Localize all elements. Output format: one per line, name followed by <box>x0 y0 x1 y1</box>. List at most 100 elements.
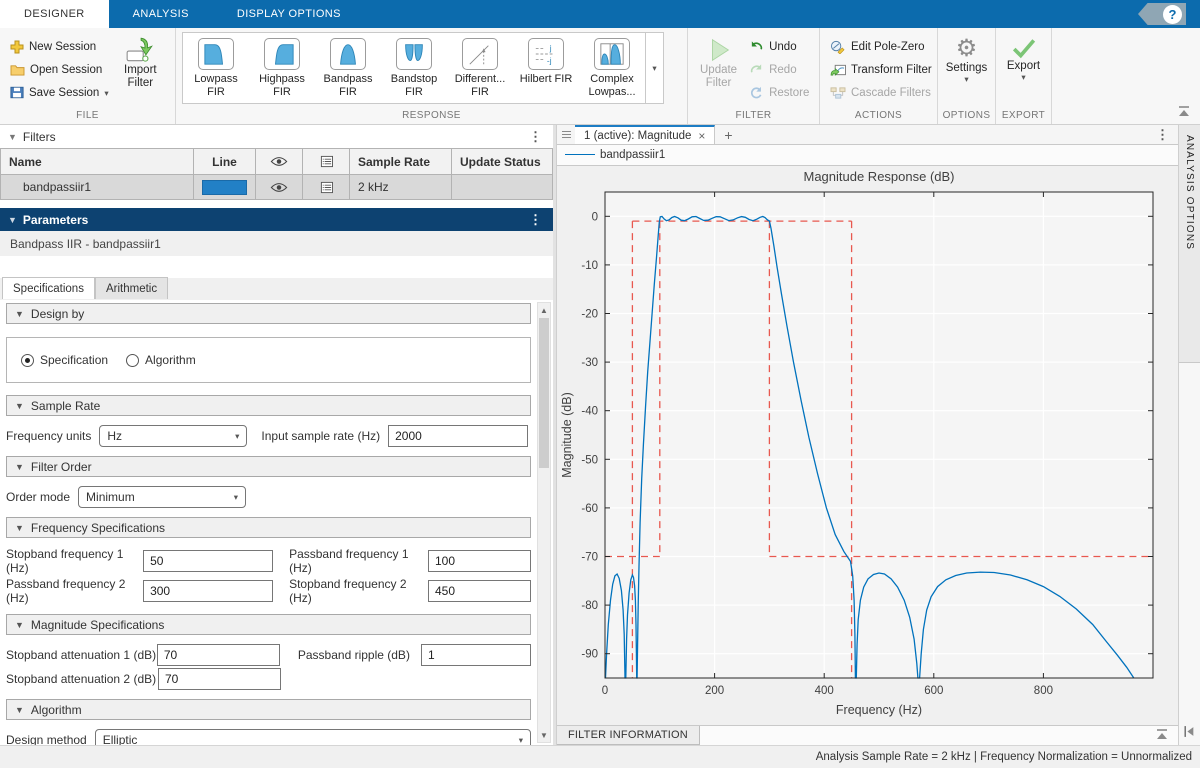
sample-rate-header[interactable]: ▼ Sample Rate <box>6 395 531 416</box>
plot-area[interactable]: 02004006008000-10-20-30-40-50-60-70-80-9… <box>557 166 1178 725</box>
passband-freq2-field[interactable] <box>143 580 273 602</box>
stopband-atten2-field[interactable] <box>158 668 281 690</box>
undo-button[interactable]: Undo <box>745 37 813 57</box>
tab-designer[interactable]: DESIGNER <box>0 0 109 28</box>
frequency-specifications-header[interactable]: ▼ Frequency Specifications <box>6 517 531 538</box>
new-session-button[interactable]: New Session <box>6 37 110 57</box>
input-sample-rate-field[interactable] <box>388 425 528 447</box>
differentiator-fir-button[interactable]: Different... FIR <box>447 33 513 103</box>
ribbon-section-export: Export ▾ EXPORT <box>996 28 1052 124</box>
form-scrollbar[interactable]: ▲ ▼ <box>537 302 551 743</box>
close-icon[interactable]: × <box>698 129 705 143</box>
svg-text:-40: -40 <box>581 405 598 417</box>
chevron-down-icon[interactable]: ▾ <box>104 89 108 97</box>
tab-grip-icon[interactable] <box>557 125 575 144</box>
col-coefficients[interactable] <box>303 149 350 175</box>
filter-order-header[interactable]: ▼ Filter Order <box>6 456 531 477</box>
collapse-caret-icon[interactable]: ▼ <box>8 215 17 225</box>
passband-freq1-field[interactable] <box>428 550 531 572</box>
redo-button[interactable]: Redo <box>745 60 813 80</box>
algorithm-header[interactable]: ▼ Algorithm <box>6 699 531 720</box>
col-visibility[interactable] <box>256 149 303 175</box>
parameters-tabs: Specifications Arithmetic <box>0 278 553 300</box>
ribbon-section-response: Lowpass FIR Highpass FIR Bandpass FIR <box>176 28 688 124</box>
transform-filter-button[interactable]: Transform Filter <box>826 60 936 80</box>
collapse-caret-icon: ▼ <box>15 705 24 715</box>
add-tab-button[interactable]: + <box>715 125 741 144</box>
stopband-freq2-field[interactable] <box>428 580 531 602</box>
legend-label: bandpassiir1 <box>600 149 665 161</box>
open-session-button[interactable]: Open Session <box>6 60 110 80</box>
cascade-filters-button[interactable]: Cascade Filters <box>826 83 936 103</box>
design-method-dropdown[interactable]: Elliptic ▾ <box>95 729 531 745</box>
passband-ripple-field[interactable] <box>421 644 531 666</box>
bandpass-fir-button[interactable]: Bandpass FIR <box>315 33 381 103</box>
chevron-down-icon: ▾ <box>227 431 239 442</box>
settings-button[interactable]: ⚙ Settings ▾ <box>940 32 994 107</box>
highpass-fir-button[interactable]: Highpass FIR <box>249 33 315 103</box>
parameters-panel-header: ▼ Parameters ⋮ <box>0 208 553 231</box>
filters-table-header: Name Line Sample Rate Update Status <box>1 149 553 175</box>
filter-information-tab[interactable]: FILTER INFORMATION <box>557 726 700 745</box>
minimize-ribbon-button[interactable] <box>1176 105 1192 118</box>
tab-display-options[interactable]: DISPLAY OPTIONS <box>213 0 365 28</box>
tab-analysis[interactable]: ANALYSIS <box>109 0 213 28</box>
passband-ripple-label: Passband ripple (dB) <box>298 648 415 662</box>
stopband-freq1-field[interactable] <box>143 550 273 572</box>
bandstop-fir-button[interactable]: Bandstop FIR <box>381 33 447 103</box>
tab-arithmetic[interactable]: Arithmetic <box>95 277 168 299</box>
update-filter-button[interactable]: Update Filter <box>694 32 743 107</box>
help-icon[interactable]: ? <box>1163 5 1182 24</box>
analysis-options-tab[interactable]: ANALYSIS OPTIONS <box>1179 125 1200 363</box>
help-tag: ? <box>1138 3 1186 25</box>
frequency-units-dropdown[interactable]: Hz ▾ <box>99 425 247 447</box>
collapse-left-icon[interactable] <box>1182 725 1198 739</box>
scrollbar-thumb[interactable] <box>539 318 549 468</box>
col-line[interactable]: Line <box>194 149 256 175</box>
line-style-cell[interactable] <box>194 175 256 200</box>
tab-specifications[interactable]: Specifications <box>2 277 95 299</box>
plot-menu-icon[interactable]: ⋮ <box>1153 127 1172 143</box>
section-label-file: FILE <box>0 107 175 124</box>
magnitude-specifications-header[interactable]: ▼ Magnitude Specifications <box>6 614 531 635</box>
gallery-expand-button[interactable]: ▾ <box>645 33 663 103</box>
radio-specification[interactable]: Specification <box>21 353 108 367</box>
magnitude-tab[interactable]: 1 (active): Magnitude × <box>575 125 715 144</box>
stopband-freq2-label: Stopband frequency 2 (Hz) <box>289 577 428 605</box>
visibility-cell[interactable] <box>256 175 303 200</box>
col-name[interactable]: Name <box>1 149 194 175</box>
ribbon-section-actions: Edit Pole-Zero Transform Filter Cascade … <box>820 28 938 124</box>
coefficients-cell[interactable] <box>303 175 350 200</box>
table-row[interactable]: bandpassiir1 2 kHz <box>1 175 553 200</box>
scroll-up-icon[interactable]: ▲ <box>538 303 550 317</box>
magnitude-response-plot[interactable]: 02004006008000-10-20-30-40-50-60-70-80-9… <box>557 166 1179 720</box>
hilbert-fir-button[interactable]: j-j Hilbert FIR <box>513 33 579 103</box>
svg-text:200: 200 <box>705 685 724 697</box>
export-button[interactable]: Export ▾ <box>1001 32 1046 107</box>
checkmark-icon <box>1011 36 1037 60</box>
update-status-cell <box>452 175 553 200</box>
collapse-caret-icon: ▼ <box>15 620 24 630</box>
radio-algorithm[interactable]: Algorithm <box>126 353 196 367</box>
svg-text:-j: -j <box>547 55 552 65</box>
filters-menu-icon[interactable]: ⋮ <box>526 129 545 145</box>
bandpass-icon <box>330 38 366 70</box>
restore-button[interactable]: Restore <box>745 83 813 103</box>
import-filter-button[interactable]: Import Filter <box>118 32 163 107</box>
stopband-atten1-field[interactable] <box>157 644 280 666</box>
parameters-menu-icon[interactable]: ⋮ <box>526 212 545 228</box>
order-mode-dropdown[interactable]: Minimum ▾ <box>78 486 246 508</box>
expand-up-icon[interactable] <box>1154 728 1170 742</box>
hilbert-icon: j-j <box>528 38 564 70</box>
edit-pole-zero-button[interactable]: Edit Pole-Zero <box>826 37 936 57</box>
col-update-status[interactable]: Update Status <box>452 149 553 175</box>
complex-lowpass-button[interactable]: Complex Lowpas... <box>579 33 645 103</box>
design-by-header[interactable]: ▼ Design by <box>6 303 531 324</box>
svg-text:-90: -90 <box>581 648 598 660</box>
import-icon <box>125 36 155 64</box>
save-session-button[interactable]: Save Session ▾ <box>6 83 110 103</box>
lowpass-fir-button[interactable]: Lowpass FIR <box>183 33 249 103</box>
scroll-down-icon[interactable]: ▼ <box>538 728 550 742</box>
col-sample-rate[interactable]: Sample Rate <box>350 149 452 175</box>
collapse-caret-icon[interactable]: ▼ <box>8 132 17 142</box>
